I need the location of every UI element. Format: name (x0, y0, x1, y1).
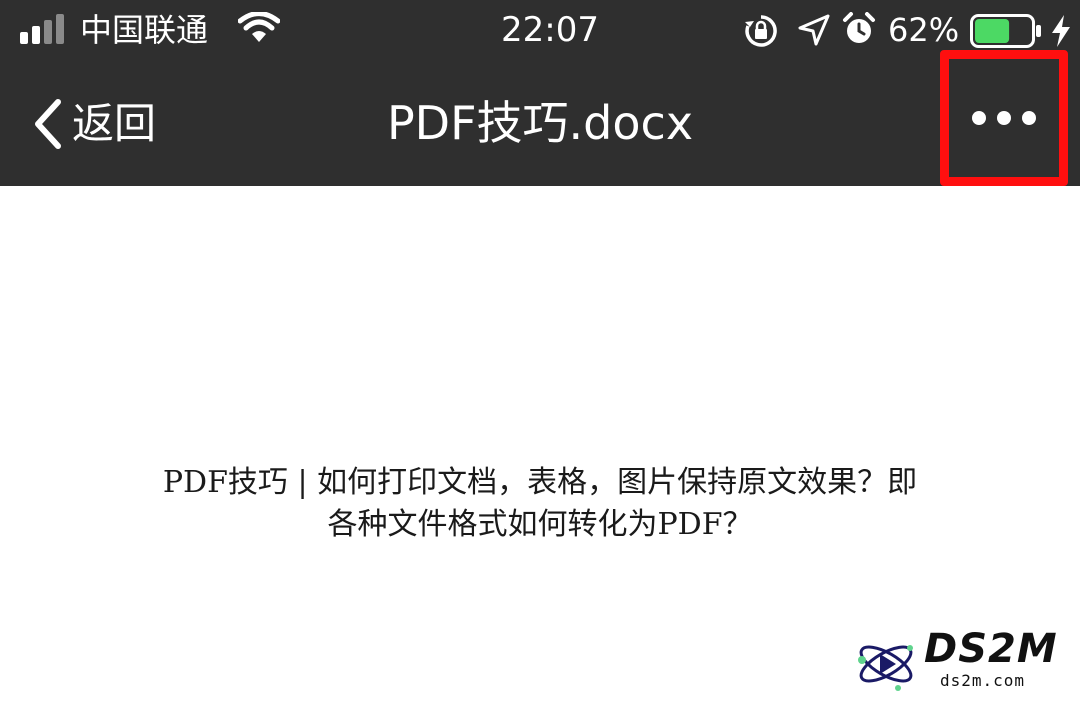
wifi-icon (238, 12, 280, 42)
watermark-site: ds2m.com (940, 671, 1026, 690)
more-options-button[interactable] (940, 50, 1068, 186)
back-button[interactable]: 返回 (30, 94, 156, 154)
back-label: 返回 (72, 99, 157, 148)
document-text: PDF技巧 | 如何打印文档，表格，图片保持原文效果？即各种文件格式如何转化为P… (162, 465, 918, 542)
orientation-lock-icon (745, 15, 777, 47)
alarm-icon (843, 12, 875, 43)
chevron-left-icon (35, 99, 61, 149)
status-bar: 中国联通 22:07 62% (0, 0, 1080, 64)
charging-bolt-icon (1052, 15, 1070, 47)
battery-percent: 62% (888, 11, 960, 49)
status-time: 22:07 (501, 10, 599, 50)
carrier-name: 中国联通 (80, 11, 209, 49)
ellipsis-icon (972, 111, 1036, 125)
battery-icon (970, 14, 1041, 48)
top-bar: 中国联通 22:07 62% 返回 PDF技巧.docx (0, 0, 1080, 186)
page-title: PDF技巧.docx (386, 96, 694, 150)
location-arrow-icon (798, 14, 830, 46)
signal-icon (20, 14, 64, 44)
atom-logo-icon (858, 645, 913, 691)
battery-level-fill (975, 19, 1010, 43)
watermark: DS2M ds2m.com (852, 626, 1072, 696)
watermark-brand: DS2M (924, 626, 1058, 672)
